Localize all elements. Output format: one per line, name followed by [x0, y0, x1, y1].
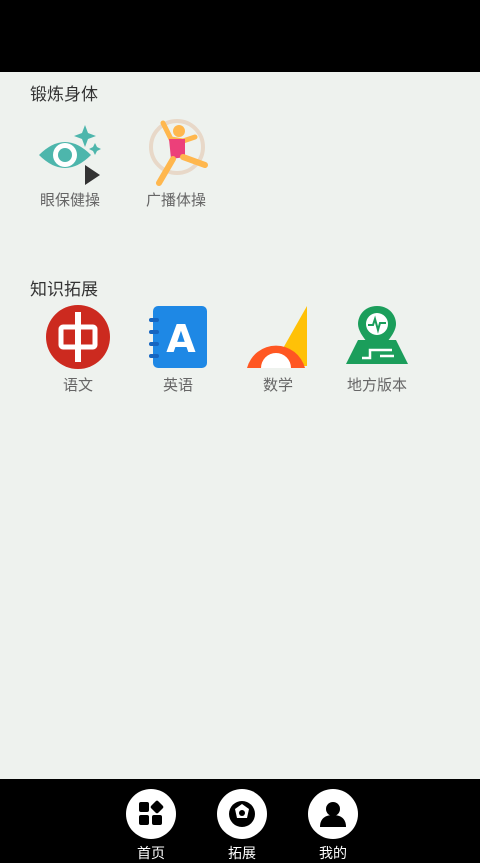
section-title-knowledge: 知识拓展 — [30, 280, 98, 300]
nav-expand-button[interactable] — [217, 789, 267, 839]
item-label: 英语 — [162, 376, 193, 394]
nav-expand[interactable]: 拓展 — [212, 789, 272, 863]
nav-mine-label: 我的 — [319, 846, 347, 862]
item-label: 眼保健操 — [39, 191, 100, 209]
item-math[interactable]: 数学 — [230, 302, 326, 395]
nav-expand-label: 拓展 — [228, 846, 256, 862]
item-english[interactable]: A 英语 — [130, 302, 226, 395]
nav-home-button[interactable] — [126, 789, 176, 839]
item-local-edition[interactable]: 地方版本 — [329, 302, 425, 395]
gymnast-icon — [149, 119, 208, 186]
svg-text:A: A — [166, 317, 196, 361]
english-notebook-icon: A — [149, 306, 207, 368]
item-label: 语文 — [62, 376, 93, 394]
nav-home-label: 首页 — [137, 846, 165, 862]
protractor-ruler-icon — [247, 306, 307, 368]
home-grid-icon — [139, 800, 164, 825]
item-label: 数学 — [262, 376, 293, 394]
user-icon — [320, 802, 346, 827]
chinese-char-icon — [46, 305, 110, 369]
eye-sparkle-icon — [39, 125, 101, 185]
nav-mine-button[interactable] — [308, 789, 358, 839]
item-label: 广播体操 — [145, 191, 206, 209]
item-eye-exercise[interactable]: 眼保健操 — [22, 117, 118, 210]
bottom-nav-bar: 首页 拓展 我的 — [0, 779, 480, 862]
item-label: 地方版本 — [346, 376, 407, 394]
main-content: 锻炼身体 眼保健操 广播体操 知识拓展 语文 A 英语 数学 地方版本 — [0, 72, 480, 779]
ball-icon — [229, 801, 255, 827]
section-title-exercise: 锻炼身体 — [30, 85, 98, 105]
nav-home[interactable]: 首页 — [121, 789, 181, 863]
status-bar — [0, 0, 480, 72]
map-pin-icon — [346, 306, 408, 364]
item-chinese[interactable]: 语文 — [30, 302, 126, 395]
item-broadcast-exercise[interactable]: 广播体操 — [128, 117, 224, 210]
nav-mine[interactable]: 我的 — [303, 789, 363, 863]
